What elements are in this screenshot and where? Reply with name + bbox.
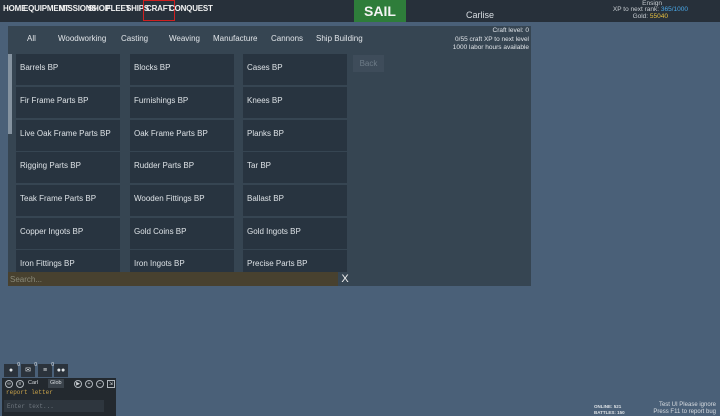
blueprint-item[interactable]: Teak Frame Parts BP (16, 185, 120, 216)
server-stats: ONLINE: 521 BATTLES: 150 (594, 404, 625, 416)
blueprint-item[interactable]: Precise Parts BP (243, 250, 347, 272)
test-notice-line: Press F11 to report bug (653, 409, 716, 415)
chat-message: report letter (6, 389, 53, 396)
blueprint-item[interactable]: Cases BP (243, 54, 347, 85)
blueprint-item[interactable]: Live Oak Frame Parts BP (16, 120, 120, 151)
blueprint-item[interactable]: Planks BP (243, 120, 347, 151)
nav-conquest[interactable]: CONQUEST (169, 4, 213, 13)
gold-label: Gold: (632, 13, 649, 20)
tab-all[interactable]: All (27, 34, 36, 43)
craft-xp: 0/55 craft XP to next level (455, 35, 529, 43)
blueprint-item[interactable]: Fir Frame Parts BP (16, 87, 120, 118)
blueprint-item[interactable]: Barrels BP (16, 54, 120, 85)
test-notice-line: Test UI Please ignore (658, 402, 716, 408)
blueprint-item[interactable]: Furnishings BP (130, 87, 234, 118)
blueprint-item[interactable]: Rudder Parts BP (130, 152, 234, 183)
top-bar: HOME EQUIPMENT MISSIONS SHOP FLEET SHIPS… (0, 0, 720, 22)
battles-count: BATTLES: 150 (594, 410, 625, 415)
group-icon[interactable]: ●● (54, 364, 68, 377)
next-icon[interactable]: ▶ (74, 380, 82, 388)
search-bar: X (8, 272, 352, 286)
blueprint-item[interactable]: Copper Ingots BP (16, 218, 120, 249)
menu-icon[interactable]: ≡ (16, 380, 24, 388)
xp-progress: XP to next rank: 365/1000 (613, 6, 688, 13)
add-icon[interactable]: + (85, 380, 93, 388)
person-icon[interactable]: ● 0 (4, 362, 20, 377)
minus-icon[interactable]: − (96, 380, 104, 388)
tab-ship-building[interactable]: Ship Building (316, 34, 363, 43)
gold-amount: Gold: 55040 (633, 13, 668, 20)
clear-search-button[interactable]: X (338, 272, 352, 286)
blueprint-item[interactable]: Gold Coins BP (130, 218, 234, 249)
chat-icons: ● 0 ✉ 0 ≡ 0 ●● (4, 362, 68, 378)
blueprint-item[interactable]: Tar BP (243, 152, 347, 183)
settings-icon[interactable]: ∞ (5, 380, 13, 388)
chat-box: ∞ ≡ Carl Glob ▶ + − ⇲ report letter (2, 378, 116, 416)
city-name: Carlise (466, 10, 495, 20)
blueprint-item[interactable]: Rigging Parts BP (16, 152, 120, 183)
tab-casting[interactable]: Casting (121, 34, 148, 43)
notification-count: 0 (34, 362, 37, 368)
craft-level: Craft level: 0 (492, 27, 530, 34)
tab-woodworking[interactable]: Woodworking (58, 34, 106, 43)
blueprint-item[interactable]: Iron Ingots BP (130, 250, 234, 272)
sail-button[interactable]: SAIL (354, 0, 406, 22)
craft-info: Craft level: 0 0/55 craft XP to next lev… (453, 27, 529, 53)
blueprint-item[interactable]: Blocks BP (130, 54, 234, 85)
blueprint-item[interactable]: Ballast BP (243, 185, 347, 216)
craft-category-tabs: All Woodworking Casting Weaving Manufact… (8, 26, 448, 52)
back-button[interactable]: Back (353, 55, 384, 72)
craft-panel: All Woodworking Casting Weaving Manufact… (8, 26, 531, 286)
xp-label: XP to next rank: (612, 6, 660, 13)
labor-hours: 1000 labor hours available (452, 44, 529, 51)
scrollbar[interactable] (8, 54, 12, 134)
blueprint-item[interactable]: Iron Fittings BP (16, 250, 120, 272)
chat-input[interactable] (4, 400, 104, 412)
blueprint-item[interactable]: Gold Ingots BP (243, 218, 347, 249)
search-input[interactable] (8, 272, 338, 286)
xp-value: 365/1000 (660, 6, 688, 13)
channel-user[interactable]: Carl (26, 379, 40, 388)
gold-value: 55040 (649, 13, 668, 20)
test-notice: Test UI Please ignore Press F11 to repor… (653, 402, 716, 416)
blueprint-item[interactable]: Knees BP (243, 87, 347, 118)
tab-cannons[interactable]: Cannons (271, 34, 303, 43)
expand-icon[interactable]: ⇲ (107, 380, 115, 388)
tab-weaving[interactable]: Weaving (169, 34, 200, 43)
blueprint-grid: Barrels BP Blocks BP Cases BP Fir Frame … (8, 54, 353, 272)
mail-icon[interactable]: ✉ 0 (21, 362, 37, 377)
blueprint-item[interactable]: Oak Frame Parts BP (130, 120, 234, 151)
tab-manufacture[interactable]: Manufacture (213, 34, 257, 43)
blueprint-item[interactable]: Wooden Fittings BP (130, 185, 234, 216)
channel-global[interactable]: Glob (48, 379, 64, 388)
notification-count: 0 (17, 362, 20, 368)
list-icon[interactable]: ≡ 0 (38, 362, 54, 377)
